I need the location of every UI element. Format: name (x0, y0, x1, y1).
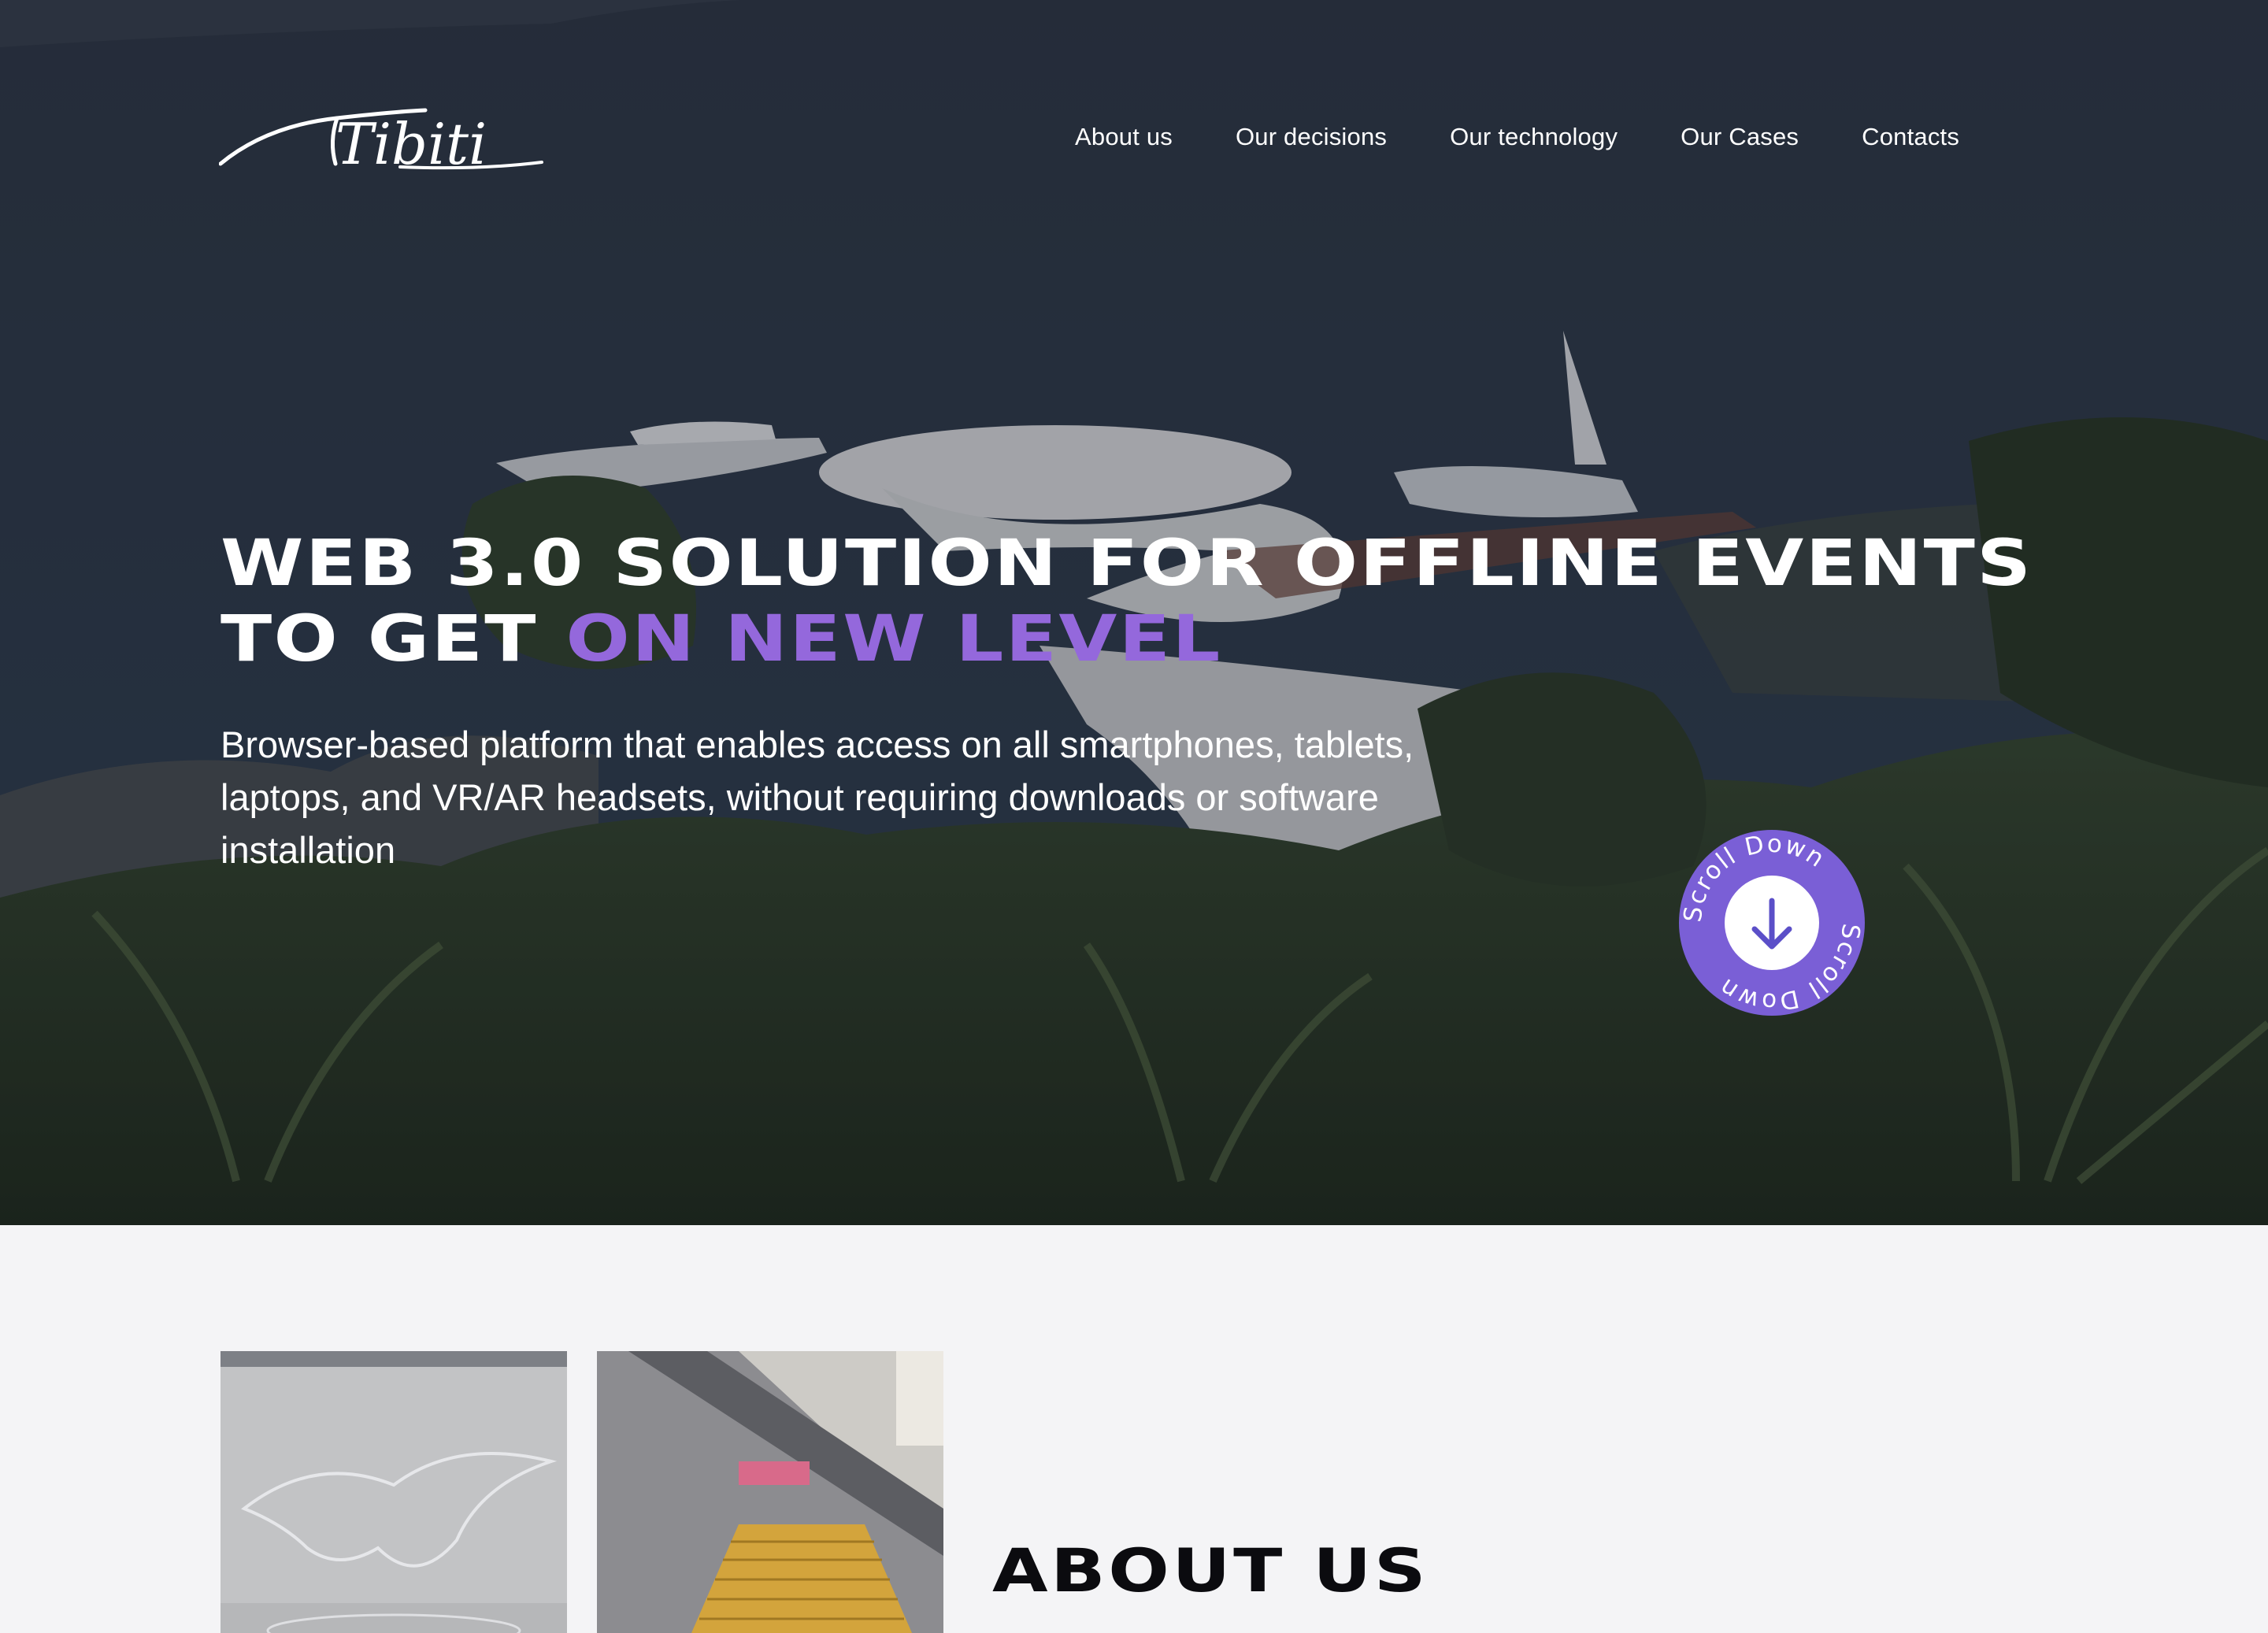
about-image-stairs (597, 1351, 943, 1633)
hero-section: Tibiti About us Our decisions Our techno… (0, 0, 2268, 1225)
nav-item-our-decisions[interactable]: Our decisions (1236, 123, 1387, 151)
nav-item-our-technology[interactable]: Our technology (1450, 123, 1618, 151)
tibiti-logo[interactable]: Tibiti (219, 94, 550, 181)
nav-item-our-cases[interactable]: Our Cases (1681, 123, 1799, 151)
hero-subtitle: Browser-based platform that enables acce… (220, 724, 1414, 871)
main-nav: About us Our decisions Our technology Ou… (1075, 123, 1959, 151)
about-image-bird-wall (220, 1351, 567, 1633)
nav-item-about-us[interactable]: About us (1075, 123, 1173, 151)
scroll-down-button[interactable]: Scroll Down Scroll Down (1677, 828, 1866, 1017)
about-us-heading: ABOUT US (992, 1535, 1429, 1605)
hero-headline: WEB 3.0 SOLUTION FOR OFFLINE EVENTS TO G… (220, 526, 2033, 677)
headline-line-1: WEB 3.0 SOLUTION FOR OFFLINE EVENTS (220, 527, 2033, 601)
headline-accent: ON NEW LEVEL (565, 602, 1222, 676)
headline-line-2-prefix: TO GET (220, 602, 566, 676)
nav-item-contacts[interactable]: Contacts (1862, 123, 1959, 151)
